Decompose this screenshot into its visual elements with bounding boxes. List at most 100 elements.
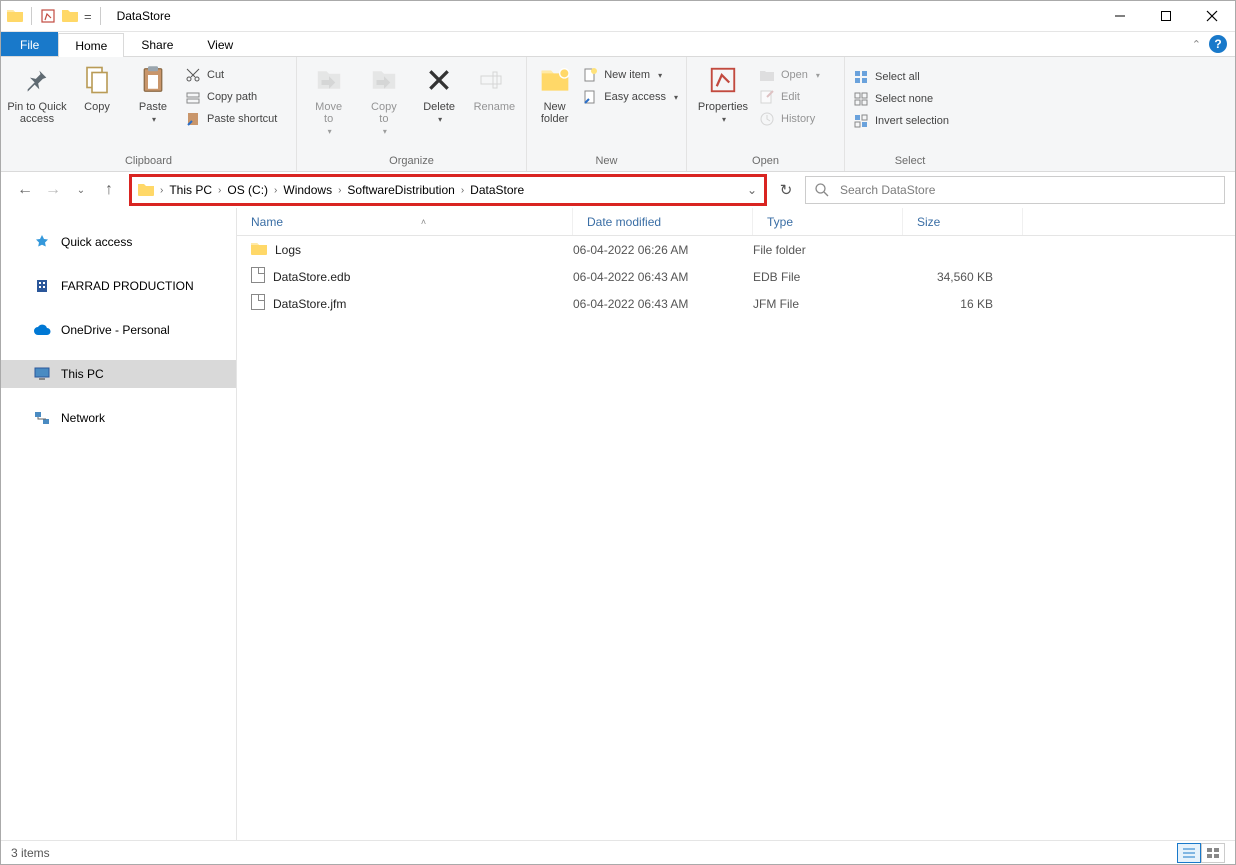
- open-icon: [759, 67, 775, 83]
- history-icon: [759, 111, 775, 127]
- file-type: EDB File: [753, 270, 903, 284]
- copy-button[interactable]: Copy: [69, 59, 125, 113]
- window-title: DataStore: [117, 9, 1097, 23]
- open-button[interactable]: Open▾: [755, 65, 824, 85]
- status-bar: 3 items: [1, 840, 1235, 864]
- table-row[interactable]: DataStore.edb06-04-2022 06:43 AMEDB File…: [237, 263, 1235, 290]
- cloud-icon: [33, 322, 51, 338]
- app-folder-icon: [7, 8, 23, 25]
- ribbon-tabs: File Home Share View ⌃ ?: [1, 32, 1235, 57]
- column-size[interactable]: Size: [903, 208, 1023, 235]
- chevron-down-icon: ▾: [152, 115, 156, 124]
- qat-dropdown-icon[interactable]: =: [84, 9, 92, 24]
- ribbon-collapse-icon[interactable]: ⌃: [1192, 38, 1201, 51]
- breadcrumb-windows[interactable]: Windows: [283, 183, 332, 197]
- qat-properties-icon[interactable]: [40, 8, 56, 24]
- nav-this-pc[interactable]: This PC: [1, 360, 236, 388]
- file-type: JFM File: [753, 297, 903, 311]
- chevron-right-icon[interactable]: ›: [334, 185, 345, 196]
- invert-selection-button[interactable]: Invert selection: [849, 111, 953, 131]
- chevron-right-icon[interactable]: ›: [156, 185, 167, 196]
- table-row[interactable]: DataStore.jfm 06-04-2022 06:43 AMJFM File…: [237, 290, 1235, 317]
- nav-quick-access[interactable]: Quick access: [1, 228, 236, 256]
- copy-path-button[interactable]: Copy path: [181, 87, 281, 107]
- nav-back-button[interactable]: ←: [15, 181, 35, 199]
- breadcrumb-this-pc[interactable]: This PC: [169, 183, 212, 197]
- qat-folder-icon[interactable]: [62, 8, 78, 25]
- chevron-right-icon[interactable]: ›: [214, 185, 225, 196]
- nav-forward-button[interactable]: →: [43, 181, 63, 199]
- paste-button[interactable]: Paste ▾: [125, 59, 181, 125]
- file-icon: [251, 294, 265, 313]
- group-open-label: Open: [691, 152, 840, 171]
- address-dropdown-icon[interactable]: ⌄: [740, 183, 764, 197]
- scissors-icon: [185, 67, 201, 83]
- breadcrumb-os-c[interactable]: OS (C:): [227, 183, 268, 197]
- search-icon: [814, 182, 830, 198]
- navigation-pane: Quick access FARRAD PRODUCTION OneDrive …: [1, 208, 237, 840]
- new-item-button[interactable]: New item▾: [578, 65, 682, 85]
- copy-to-button[interactable]: Copy to▾: [356, 59, 411, 137]
- new-folder-button[interactable]: New folder: [531, 59, 578, 125]
- column-date[interactable]: Date modified: [573, 208, 753, 235]
- maximize-button[interactable]: [1143, 1, 1189, 31]
- title-bar: = DataStore: [1, 1, 1235, 32]
- tab-file[interactable]: File: [1, 32, 58, 56]
- properties-button[interactable]: Properties▾: [691, 59, 755, 125]
- history-button[interactable]: History: [755, 109, 824, 129]
- breadcrumb-datastore[interactable]: DataStore: [470, 183, 524, 197]
- star-icon: [33, 234, 51, 250]
- easy-access-icon: [582, 89, 598, 105]
- chevron-right-icon[interactable]: ›: [270, 185, 281, 196]
- nav-recent-dropdown[interactable]: ⌄: [71, 185, 91, 196]
- nav-network[interactable]: Network: [1, 404, 236, 432]
- rename-button[interactable]: Rename: [467, 59, 522, 113]
- file-date: 06-04-2022 06:43 AM: [573, 297, 753, 311]
- file-name: DataStore.jfm: [273, 297, 346, 311]
- breadcrumb-softwaredistribution[interactable]: SoftwareDistribution: [347, 183, 454, 197]
- refresh-button[interactable]: ↻: [771, 181, 801, 199]
- network-icon: [33, 410, 51, 426]
- column-type[interactable]: Type: [753, 208, 903, 235]
- group-organize-label: Organize: [301, 152, 522, 171]
- tab-home[interactable]: Home: [58, 33, 124, 57]
- pin-quick-access-button[interactable]: Pin to Quick access: [5, 59, 69, 125]
- cut-button[interactable]: Cut: [181, 65, 281, 85]
- copy-path-icon: [185, 89, 201, 105]
- search-input[interactable]: Search DataStore: [805, 176, 1225, 204]
- paste-shortcut-button[interactable]: Paste shortcut: [181, 109, 281, 129]
- delete-button[interactable]: Delete▾: [412, 59, 467, 125]
- new-item-icon: [582, 67, 598, 83]
- copy-label: Copy: [71, 101, 123, 113]
- tab-view[interactable]: View: [190, 32, 250, 56]
- tab-share[interactable]: Share: [124, 32, 190, 56]
- table-row[interactable]: Logs06-04-2022 06:26 AMFile folder: [237, 236, 1235, 263]
- help-icon[interactable]: ?: [1209, 35, 1227, 53]
- file-date: 06-04-2022 06:26 AM: [573, 243, 753, 257]
- file-list: Name ˄ Date modified Type Size Logs06-04…: [237, 208, 1235, 840]
- group-select-label: Select: [849, 152, 971, 171]
- nav-up-button[interactable]: ↑: [99, 181, 119, 199]
- chevron-right-icon[interactable]: ›: [457, 185, 468, 196]
- edit-icon: [759, 89, 775, 105]
- column-name[interactable]: Name ˄: [237, 208, 573, 235]
- edit-button[interactable]: Edit: [755, 87, 824, 107]
- large-icons-view-button[interactable]: [1201, 843, 1225, 863]
- details-view-button[interactable]: [1177, 843, 1201, 863]
- select-none-button[interactable]: Select none: [849, 89, 953, 109]
- search-placeholder: Search DataStore: [840, 183, 935, 197]
- minimize-button[interactable]: [1097, 1, 1143, 31]
- close-button[interactable]: [1189, 1, 1235, 31]
- building-icon: [33, 278, 51, 294]
- nav-onedrive[interactable]: OneDrive - Personal: [1, 316, 236, 344]
- move-to-button[interactable]: Move to▾: [301, 59, 356, 137]
- address-folder-icon: [138, 182, 154, 199]
- qat-divider-2: [100, 7, 101, 25]
- easy-access-button[interactable]: Easy access▾: [578, 87, 682, 107]
- nav-farrad[interactable]: FARRAD PRODUCTION: [1, 272, 236, 300]
- qat-divider: [31, 7, 32, 25]
- invert-icon: [853, 113, 869, 129]
- address-bar[interactable]: › This PC › OS (C:) › Windows › Software…: [129, 174, 767, 206]
- pin-label: Pin to Quick access: [7, 101, 67, 125]
- select-all-button[interactable]: Select all: [849, 67, 953, 87]
